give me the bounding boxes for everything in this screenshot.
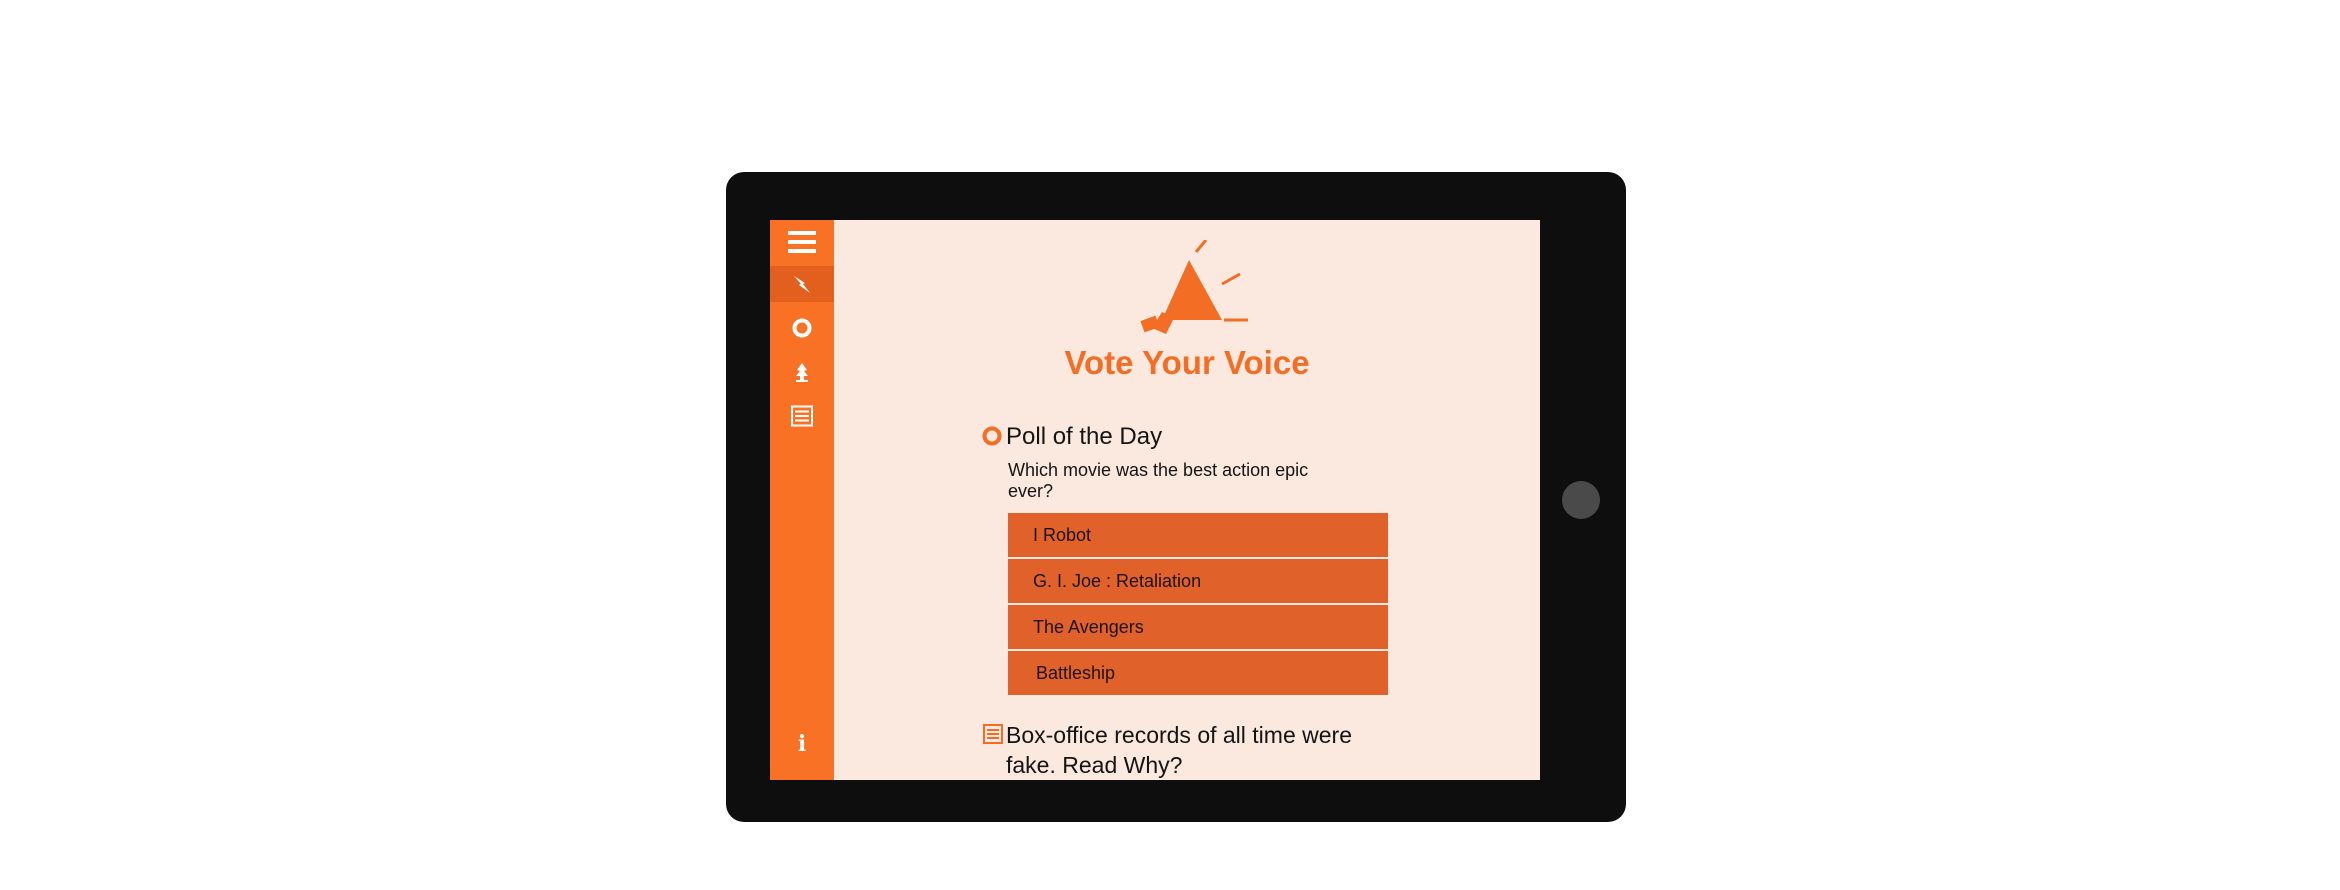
ring-icon <box>792 318 812 338</box>
home-button[interactable] <box>1562 481 1600 519</box>
sidebar-item-news[interactable] <box>770 398 834 434</box>
page-title: Vote Your Voice <box>1064 344 1310 381</box>
info-icon: i <box>797 731 807 757</box>
app-screen: i Vote Your Voice Poll of the Day Which … <box>770 220 1540 780</box>
poll-option-avengers[interactable]: The Avengers <box>1008 605 1388 649</box>
hamburger-menu-icon <box>788 231 816 253</box>
news-headline-link[interactable]: Box-office records of all time were fake… <box>1006 720 1366 780</box>
poll-ring-icon <box>982 426 1002 446</box>
tablet-device: i Vote Your Voice Poll of the Day Which … <box>726 172 1626 822</box>
poll-option-gi-joe[interactable]: G. I. Joe : Retaliation <box>1008 559 1388 603</box>
sidebar: i <box>770 220 834 780</box>
menu-button[interactable] <box>770 224 834 260</box>
poll-option-battleship[interactable]: Battleship <box>1008 651 1388 695</box>
poll-heading: Poll of the Day <box>1006 423 1163 450</box>
info-button[interactable]: i <box>770 726 834 762</box>
sidebar-item-awards[interactable] <box>770 354 834 390</box>
megaphone-icon <box>1140 240 1248 334</box>
news-list-icon <box>983 724 1003 744</box>
lightning-icon <box>794 276 810 293</box>
list-icon <box>791 405 813 427</box>
trophy-icon <box>796 363 808 382</box>
poll-question: Which movie was the best action epic eve… <box>1008 460 1309 501</box>
sidebar-item-polls[interactable] <box>770 310 834 346</box>
sidebar-item-trending[interactable] <box>770 266 834 302</box>
poll-options: I Robot G. I. Joe : Retaliation The Aven… <box>1008 513 1388 697</box>
poll-option-i-robot[interactable]: I Robot <box>1008 513 1388 557</box>
main-content: Vote Your Voice Poll of the Day Which mo… <box>834 220 1540 780</box>
